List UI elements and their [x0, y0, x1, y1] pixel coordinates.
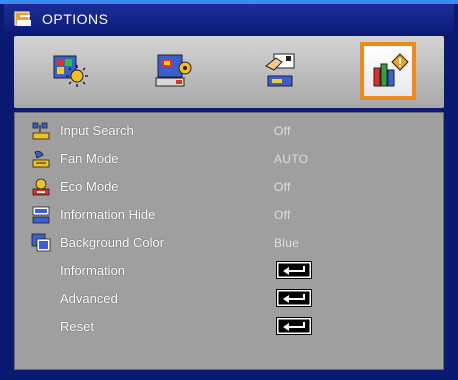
fan-mode-icon — [31, 149, 51, 169]
menu-label: Information — [60, 263, 126, 278]
menu-value: Off — [274, 180, 291, 194]
menu-label: Advanced — [60, 291, 118, 306]
tab-setup[interactable] — [252, 42, 308, 100]
tab-image[interactable] — [42, 42, 98, 100]
menu-label: Information Hide — [60, 207, 156, 222]
options-icon — [373, 53, 409, 87]
menu-item-background-color[interactable]: Background Color Blue — [15, 231, 445, 255]
menu-label: Reset — [60, 319, 94, 334]
page-title: OPTIONS — [42, 11, 109, 27]
menu-value: Off — [274, 208, 291, 222]
title-bar: OPTIONS — [4, 4, 454, 34]
menu-value: AUTO — [274, 152, 309, 166]
menu-item-fan-mode[interactable]: Fan Mode AUTO — [15, 147, 445, 171]
enter-icon[interactable] — [276, 289, 312, 307]
osd-menu: OPTIONS Input Search Off Fan Mode AUTO E… — [0, 0, 458, 380]
menu-item-reset[interactable]: Reset — [15, 315, 445, 339]
setup-icon — [265, 53, 295, 87]
menu-item-advanced[interactable]: Advanced — [15, 287, 445, 311]
information-hide-icon — [31, 205, 51, 225]
menu-item-eco-mode[interactable]: Eco Mode Off — [15, 175, 445, 199]
enter-icon[interactable] — [276, 317, 312, 335]
input-search-icon — [31, 121, 51, 141]
eco-mode-icon — [31, 177, 51, 197]
menu-value: Blue — [274, 236, 300, 250]
menu-item-information[interactable]: Information — [15, 259, 445, 283]
menu-item-input-search[interactable]: Input Search Off — [15, 119, 445, 143]
tab-screen[interactable] — [146, 42, 202, 100]
menu-label: Background Color — [60, 235, 165, 250]
background-color-icon — [31, 233, 51, 253]
image-settings-icon — [53, 55, 88, 87]
options-title-icon — [14, 10, 34, 28]
menu-label: Fan Mode — [60, 151, 119, 166]
options-panel: Input Search Off Fan Mode AUTO Eco Mode … — [14, 112, 444, 370]
tab-bar — [14, 36, 444, 108]
menu-label: Eco Mode — [60, 179, 119, 194]
enter-icon[interactable] — [276, 261, 312, 279]
menu-value: Off — [274, 124, 291, 138]
tab-options[interactable] — [360, 42, 416, 100]
menu-label: Input Search — [60, 123, 134, 138]
menu-item-information-hide[interactable]: Information Hide Off — [15, 203, 445, 227]
screen-settings-icon — [155, 54, 192, 87]
